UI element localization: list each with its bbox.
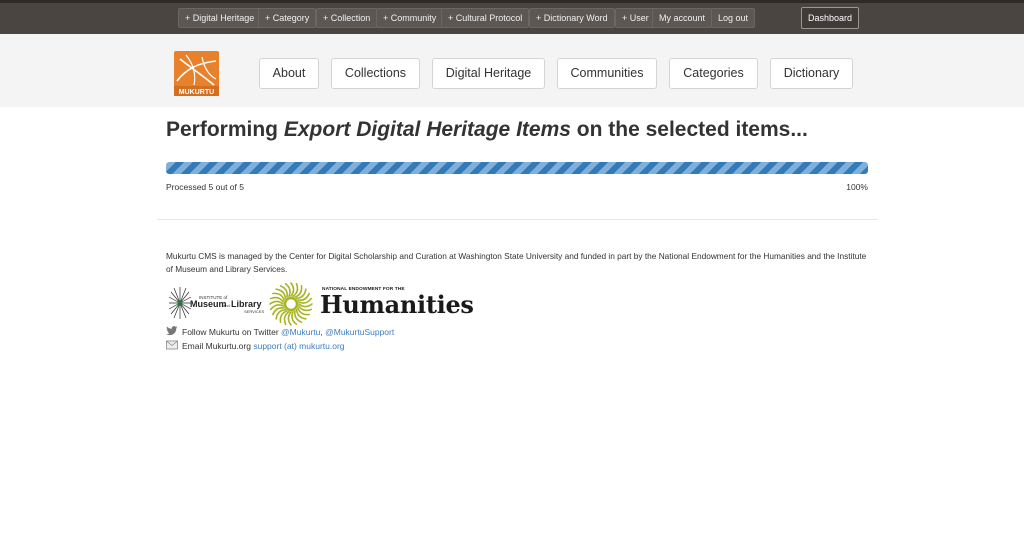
imls-line-3: and — [223, 303, 230, 308]
nav-communities[interactable]: Communities — [557, 58, 657, 89]
imls-logo[interactable]: INSTITUTE of Museum and Library SERVICES — [166, 284, 266, 322]
neh-sun-ray — [272, 292, 285, 301]
nav-collections[interactable]: Collections — [331, 58, 420, 89]
title-suffix: on the selected items... — [570, 118, 808, 141]
neh-sun-ray — [297, 307, 310, 316]
twitter-label: Follow Mukurtu on Twitter — [182, 327, 282, 337]
divider — [157, 219, 878, 220]
neh-sun-ray — [294, 285, 303, 298]
envelope-icon — [166, 340, 178, 350]
add-dictionary-word-button[interactable]: + Dictionary Word — [529, 8, 615, 28]
nav-categories[interactable]: Categories — [669, 58, 758, 89]
nav-about[interactable]: About — [259, 58, 319, 89]
twitter-link-mukurtu-support[interactable]: @MukurtuSupport — [325, 327, 394, 337]
support-email-link[interactable]: support (at) mukurtu.org — [253, 341, 344, 351]
twitter-link-mukurtu[interactable]: @Mukurtu — [281, 327, 320, 337]
twitter-bird-icon — [166, 326, 178, 336]
neh-sun-ray — [298, 303, 313, 308]
nav-dictionary[interactable]: Dictionary — [770, 58, 853, 89]
progress-bar-fill — [166, 162, 868, 174]
progress-message: Processed 5 out of 5 — [166, 182, 244, 192]
admin-toolbar: + Digital Heritage + Category + Collecti… — [0, 0, 1024, 34]
neh-sun-ray — [269, 300, 284, 305]
logo-text: MUKURTU — [179, 89, 214, 96]
site-header: MUKURTU About Collections Digital Herita… — [0, 34, 1024, 107]
twitter-line: Follow Mukurtu on Twitter @Mukurtu, @Muk… — [166, 326, 394, 337]
log-out-button[interactable]: Log out — [711, 8, 756, 28]
imls-line-5: SERVICES — [244, 309, 264, 314]
progress-bar — [166, 162, 868, 174]
add-digital-heritage-button[interactable]: + Digital Heritage — [178, 8, 262, 28]
title-operation: Export Digital Heritage Items — [283, 118, 571, 141]
title-prefix: Performing — [166, 118, 284, 141]
neh-sun-ray — [290, 282, 295, 297]
add-cultural-protocol-button[interactable]: + Cultural Protocol — [441, 8, 530, 28]
add-user-button[interactable]: + User — [615, 8, 656, 28]
email-label: Email Mukurtu.org — [182, 341, 254, 351]
imls-line-4: Library — [231, 299, 262, 309]
dashboard-button[interactable]: Dashboard — [801, 7, 860, 29]
imls-line-2: Museum — [190, 299, 227, 309]
nav-digital-heritage[interactable]: Digital Heritage — [432, 58, 545, 89]
add-collection-button[interactable]: + Collection — [316, 8, 378, 28]
funding-credit: Mukurtu CMS is managed by the Center for… — [166, 251, 867, 274]
mukurtu-logo[interactable]: MUKURTU — [174, 51, 219, 96]
neh-sun-icon[interactable] — [268, 281, 314, 327]
email-line: Email Mukurtu.org support (at) mukurtu.o… — [166, 340, 345, 351]
my-account-button[interactable]: My account — [652, 8, 713, 28]
add-community-button[interactable]: + Community — [376, 8, 444, 28]
neh-sun-ray — [287, 311, 292, 326]
progress-percentage: 100% — [846, 182, 868, 192]
page-title: Performing Export Digital Heritage Items… — [166, 118, 808, 142]
neh-logo-title[interactable]: Humanities — [320, 290, 474, 319]
neh-sun-ray — [279, 310, 288, 323]
add-category-button[interactable]: + Category — [258, 8, 317, 28]
